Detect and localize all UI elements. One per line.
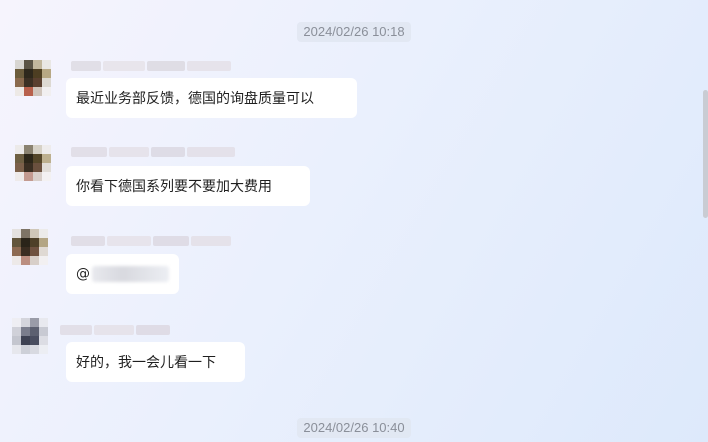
message-text: @	[76, 266, 90, 282]
timestamp-label: 2024/02/26 10:18	[297, 22, 411, 42]
mention-name-blurred	[92, 266, 169, 282]
sender-name-blurred	[71, 145, 235, 159]
scrollbar-thumb[interactable]	[703, 90, 708, 218]
message-bubble[interactable]: 好的，我一会儿看一下	[66, 342, 245, 382]
message-text: 好的，我一会儿看一下	[76, 355, 216, 371]
sender-name-blurred	[71, 59, 231, 73]
avatar[interactable]	[15, 60, 51, 96]
message-text: 你看下德国系列要不要加大费用	[76, 179, 272, 195]
sender-name-blurred	[60, 323, 170, 337]
message-bubble[interactable]: 最近业务部反馈，德国的询盘质量可以	[66, 78, 357, 118]
message-bubble[interactable]: @	[66, 254, 179, 294]
message-bubble[interactable]: 你看下德国系列要不要加大费用	[66, 166, 310, 206]
timestamp-label: 2024/02/26 10:40	[297, 418, 411, 438]
message-text: 最近业务部反馈，德国的询盘质量可以	[76, 91, 314, 107]
avatar[interactable]	[15, 145, 51, 181]
sender-name-blurred	[71, 234, 231, 248]
avatar[interactable]	[12, 229, 48, 265]
timestamp: 2024/02/26 10:18	[0, 22, 708, 42]
timestamp: 2024/02/26 10:40	[0, 418, 708, 438]
avatar[interactable]	[12, 318, 48, 354]
